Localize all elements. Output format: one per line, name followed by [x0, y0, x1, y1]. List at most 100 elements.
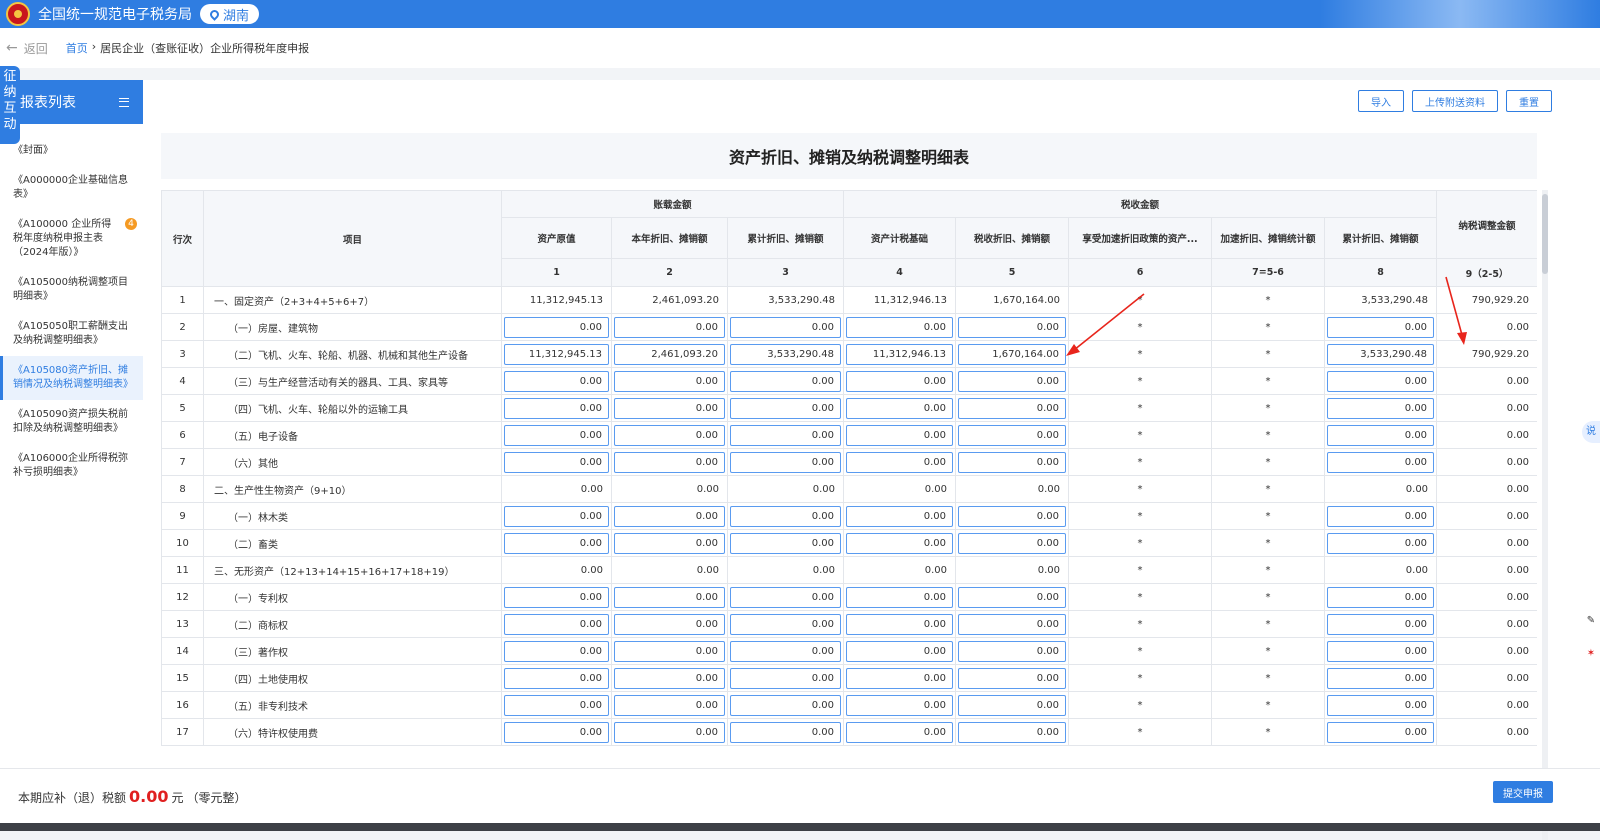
amount-input[interactable]: 0.00	[958, 505, 1067, 527]
breadcrumb-home[interactable]: 首页	[66, 40, 88, 56]
amount-input[interactable]: 0.00	[846, 505, 954, 527]
amount-input[interactable]: 0.00	[846, 451, 954, 473]
amount-input[interactable]: 0.00	[504, 397, 609, 419]
amount-input[interactable]: 0.00	[1327, 397, 1435, 419]
amount-input[interactable]: 0.00	[958, 586, 1067, 608]
amount-input[interactable]: 0.00	[614, 505, 725, 527]
amount-input[interactable]: 0.00	[730, 694, 842, 716]
amount-input[interactable]: 0.00	[504, 451, 609, 473]
amount-input[interactable]: 0.00	[1327, 505, 1435, 527]
sidebar-item-a000000[interactable]: 《A000000企业基础信息表》	[0, 166, 143, 210]
scrollbar-thumb[interactable]	[1542, 194, 1548, 274]
amount-input[interactable]: 0.00	[1327, 721, 1435, 743]
amount-input[interactable]: 0.00	[958, 640, 1067, 662]
amount-input[interactable]: 0.00	[614, 586, 725, 608]
interaction-float-tab[interactable]: 征纳互动	[0, 66, 20, 144]
amount-input[interactable]: 0.00	[846, 613, 954, 635]
amount-input[interactable]: 0.00	[1327, 451, 1435, 473]
amount-input[interactable]: 0.00	[504, 505, 609, 527]
sidebar-item-a105050[interactable]: 《A105050职工薪酬支出及纳税调整明细表》	[0, 312, 143, 356]
amount-input[interactable]: 0.00	[504, 316, 609, 338]
amount-input[interactable]: 0.00	[846, 532, 954, 554]
amount-input[interactable]: 0.00	[730, 370, 842, 392]
amount-input[interactable]: 0.00	[614, 397, 725, 419]
amount-input[interactable]: 0.00	[846, 640, 954, 662]
amount-input[interactable]: 0.00	[504, 424, 609, 446]
amount-input[interactable]: 0.00	[614, 451, 725, 473]
amount-input[interactable]: 0.00	[958, 424, 1067, 446]
amount-input[interactable]: 0.00	[846, 667, 954, 689]
amount-input[interactable]: 0.00	[730, 721, 842, 743]
amount-input[interactable]: 0.00	[504, 640, 609, 662]
amount-input[interactable]: 0.00	[958, 694, 1067, 716]
sidebar-item-a105080[interactable]: 《A105080资产折旧、摊销情况及纳税调整明细表》	[0, 356, 143, 400]
amount-input[interactable]: 0.00	[730, 316, 842, 338]
amount-input[interactable]: 1,670,164.00	[958, 343, 1067, 365]
amount-input[interactable]: 0.00	[1327, 370, 1435, 392]
amount-input[interactable]: 0.00	[846, 721, 954, 743]
amount-input[interactable]: 0.00	[1327, 316, 1435, 338]
side-float-tool-icon[interactable]: ✎	[1582, 610, 1600, 632]
amount-input[interactable]: 0.00	[730, 586, 842, 608]
amount-input[interactable]: 0.00	[504, 586, 609, 608]
reset-button[interactable]: 重置	[1506, 90, 1552, 112]
amount-input[interactable]: 0.00	[730, 667, 842, 689]
amount-input[interactable]: 0.00	[846, 316, 954, 338]
amount-input[interactable]: 0.00	[614, 721, 725, 743]
sidebar-item-cover[interactable]: 《封面》	[0, 136, 143, 166]
submit-button[interactable]: 提交申报	[1493, 781, 1553, 803]
upload-attachments-button[interactable]: 上传附送资料	[1412, 90, 1498, 112]
amount-input[interactable]: 0.00	[958, 532, 1067, 554]
amount-input[interactable]: 0.00	[614, 424, 725, 446]
amount-input[interactable]: 0.00	[614, 532, 725, 554]
menu-icon[interactable]	[119, 97, 129, 107]
amount-input[interactable]: 0.00	[614, 613, 725, 635]
amount-input[interactable]: 0.00	[1327, 667, 1435, 689]
amount-input[interactable]: 11,312,946.13	[846, 343, 954, 365]
amount-input[interactable]: 3,533,290.48	[1327, 343, 1435, 365]
amount-input[interactable]: 0.00	[1327, 586, 1435, 608]
table-scrollbar[interactable]	[1542, 190, 1548, 840]
amount-input[interactable]: 0.00	[504, 370, 609, 392]
amount-input[interactable]: 0.00	[614, 370, 725, 392]
amount-input[interactable]: 3,533,290.48	[730, 343, 842, 365]
region-selector[interactable]: 湖南	[200, 4, 260, 24]
amount-input[interactable]: 0.00	[958, 613, 1067, 635]
amount-input[interactable]: 0.00	[958, 397, 1067, 419]
amount-input[interactable]: 0.00	[730, 505, 842, 527]
amount-input[interactable]: 0.00	[730, 397, 842, 419]
amount-input[interactable]: 0.00	[1327, 694, 1435, 716]
amount-input[interactable]: 0.00	[1327, 640, 1435, 662]
amount-input[interactable]: 11,312,945.13	[504, 343, 609, 365]
amount-input[interactable]: 0.00	[846, 370, 954, 392]
amount-input[interactable]: 0.00	[730, 613, 842, 635]
amount-input[interactable]: 2,461,093.20	[614, 343, 725, 365]
sidebar-item-a105090[interactable]: 《A105090资产损失税前扣除及纳税调整明细表》	[0, 400, 143, 444]
amount-input[interactable]: 0.00	[504, 721, 609, 743]
amount-input[interactable]: 0.00	[1327, 424, 1435, 446]
amount-input[interactable]: 0.00	[846, 397, 954, 419]
amount-input[interactable]: 0.00	[614, 667, 725, 689]
sidebar-item-a105000[interactable]: 《A105000纳税调整项目明细表》	[0, 268, 143, 312]
back-button[interactable]: ← 返回	[6, 40, 48, 57]
sidebar-item-a100000[interactable]: 《A100000 企业所得税年度纳税申报主表（2024年版）》 4	[0, 210, 143, 268]
amount-input[interactable]: 0.00	[1327, 532, 1435, 554]
sidebar-item-a106000[interactable]: 《A106000企业所得税弥补亏损明细表》	[0, 444, 143, 488]
amount-input[interactable]: 0.00	[958, 316, 1067, 338]
side-float-share-icon[interactable]: ✶	[1582, 643, 1600, 665]
amount-input[interactable]: 0.00	[846, 694, 954, 716]
amount-input[interactable]: 0.00	[958, 451, 1067, 473]
amount-input[interactable]: 0.00	[958, 370, 1067, 392]
amount-input[interactable]: 0.00	[730, 451, 842, 473]
amount-input[interactable]: 0.00	[958, 721, 1067, 743]
amount-input[interactable]: 0.00	[846, 586, 954, 608]
side-float-button[interactable]: 说	[1582, 421, 1600, 443]
amount-input[interactable]: 0.00	[614, 640, 725, 662]
amount-input[interactable]: 0.00	[730, 424, 842, 446]
amount-input[interactable]: 0.00	[504, 532, 609, 554]
amount-input[interactable]: 0.00	[730, 532, 842, 554]
import-button[interactable]: 导入	[1358, 90, 1404, 112]
amount-input[interactable]: 0.00	[504, 694, 609, 716]
amount-input[interactable]: 0.00	[958, 667, 1067, 689]
amount-input[interactable]: 0.00	[504, 667, 609, 689]
